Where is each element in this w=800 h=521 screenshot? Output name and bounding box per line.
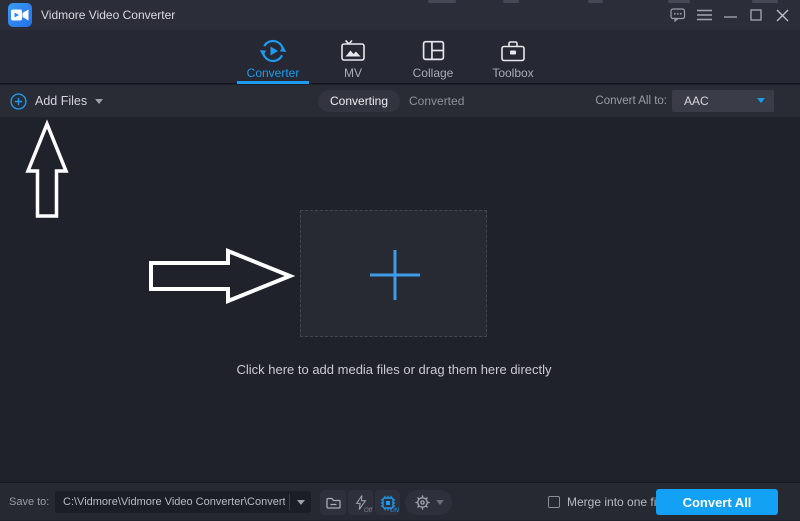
- collage-icon: [393, 37, 473, 64]
- tab-converter-label: Converter: [233, 66, 313, 80]
- add-files-caret-icon: [95, 99, 103, 104]
- output-format-dropdown[interactable]: AAC: [672, 90, 774, 112]
- converter-icon: [233, 37, 313, 64]
- tab-toolbox-label: Toolbox: [473, 66, 553, 80]
- hardware-acceleration-button[interactable]: ON: [375, 490, 400, 515]
- media-drop-zone[interactable]: [300, 210, 487, 337]
- cropped-text-fragment: [588, 0, 603, 3]
- open-folder-button[interactable]: [320, 490, 346, 515]
- statusbar: Save to: C:\Vidmore\Vidmore Video Conver…: [0, 482, 800, 520]
- add-files-label: Add Files: [35, 94, 87, 108]
- tab-toolbox[interactable]: Toolbox: [473, 30, 553, 84]
- save-path-caret-icon[interactable]: [297, 500, 305, 505]
- window-title: Vidmore Video Converter: [41, 0, 175, 30]
- close-icon[interactable]: [771, 0, 793, 30]
- merge-into-one-file-checkbox[interactable]: [548, 496, 560, 508]
- convert-all-button[interactable]: Convert All: [656, 489, 778, 515]
- tab-mv-label: MV: [313, 66, 393, 80]
- toolbox-icon: [473, 37, 553, 64]
- app-logo-icon: [8, 3, 32, 27]
- add-circle-icon: [10, 93, 27, 110]
- convert-all-to-label: Convert All to:: [595, 85, 667, 117]
- main-nav-tabs: Converter MV Collage: [233, 30, 553, 84]
- tab-collage[interactable]: Collage: [393, 30, 473, 84]
- drop-zone-hint[interactable]: Click here to add media files or drag th…: [94, 362, 694, 377]
- file-list-area: Click here to add media files or drag th…: [0, 117, 800, 482]
- active-tab-underline: [237, 81, 309, 84]
- mv-icon: [313, 37, 393, 64]
- tab-converting[interactable]: Converting: [318, 90, 400, 112]
- high-speed-conversion-button[interactable]: Off: [348, 490, 373, 515]
- menu-icon[interactable]: [693, 0, 715, 30]
- settings-caret-icon: [436, 500, 444, 505]
- hardware-acceleration-state-label: ON: [390, 508, 399, 514]
- high-speed-state-label: Off: [364, 508, 372, 514]
- save-to-label: Save to:: [9, 483, 49, 521]
- feedback-icon[interactable]: [667, 0, 689, 30]
- cropped-text-fragment: [503, 0, 519, 3]
- cropped-text-fragment: [428, 0, 456, 3]
- format-caret-icon: [757, 98, 765, 103]
- tab-collage-label: Collage: [393, 66, 473, 80]
- titlebar: Vidmore Video Converter: [0, 0, 800, 30]
- settings-button[interactable]: [405, 490, 452, 515]
- tab-mv[interactable]: MV: [313, 30, 393, 84]
- folder-icon: [325, 496, 342, 510]
- maximize-icon[interactable]: [745, 0, 767, 30]
- tab-converted[interactable]: Converted: [409, 90, 464, 112]
- save-path-field[interactable]: C:\Vidmore\Vidmore Video Converter\Conve…: [55, 491, 311, 513]
- tab-converter[interactable]: Converter: [233, 30, 313, 84]
- gear-icon: [414, 494, 431, 511]
- add-media-plus-icon: [367, 247, 423, 303]
- save-path-divider: [289, 494, 290, 510]
- toolbar: Add Files Converting Converted Convert A…: [0, 85, 800, 117]
- add-files-button[interactable]: Add Files: [10, 85, 103, 117]
- merge-into-one-file-label[interactable]: Merge into one file: [567, 483, 666, 521]
- save-path-value: C:\Vidmore\Vidmore Video Converter\Conve…: [63, 491, 285, 513]
- output-format-value: AAC: [684, 90, 709, 112]
- minimize-icon[interactable]: [719, 0, 741, 30]
